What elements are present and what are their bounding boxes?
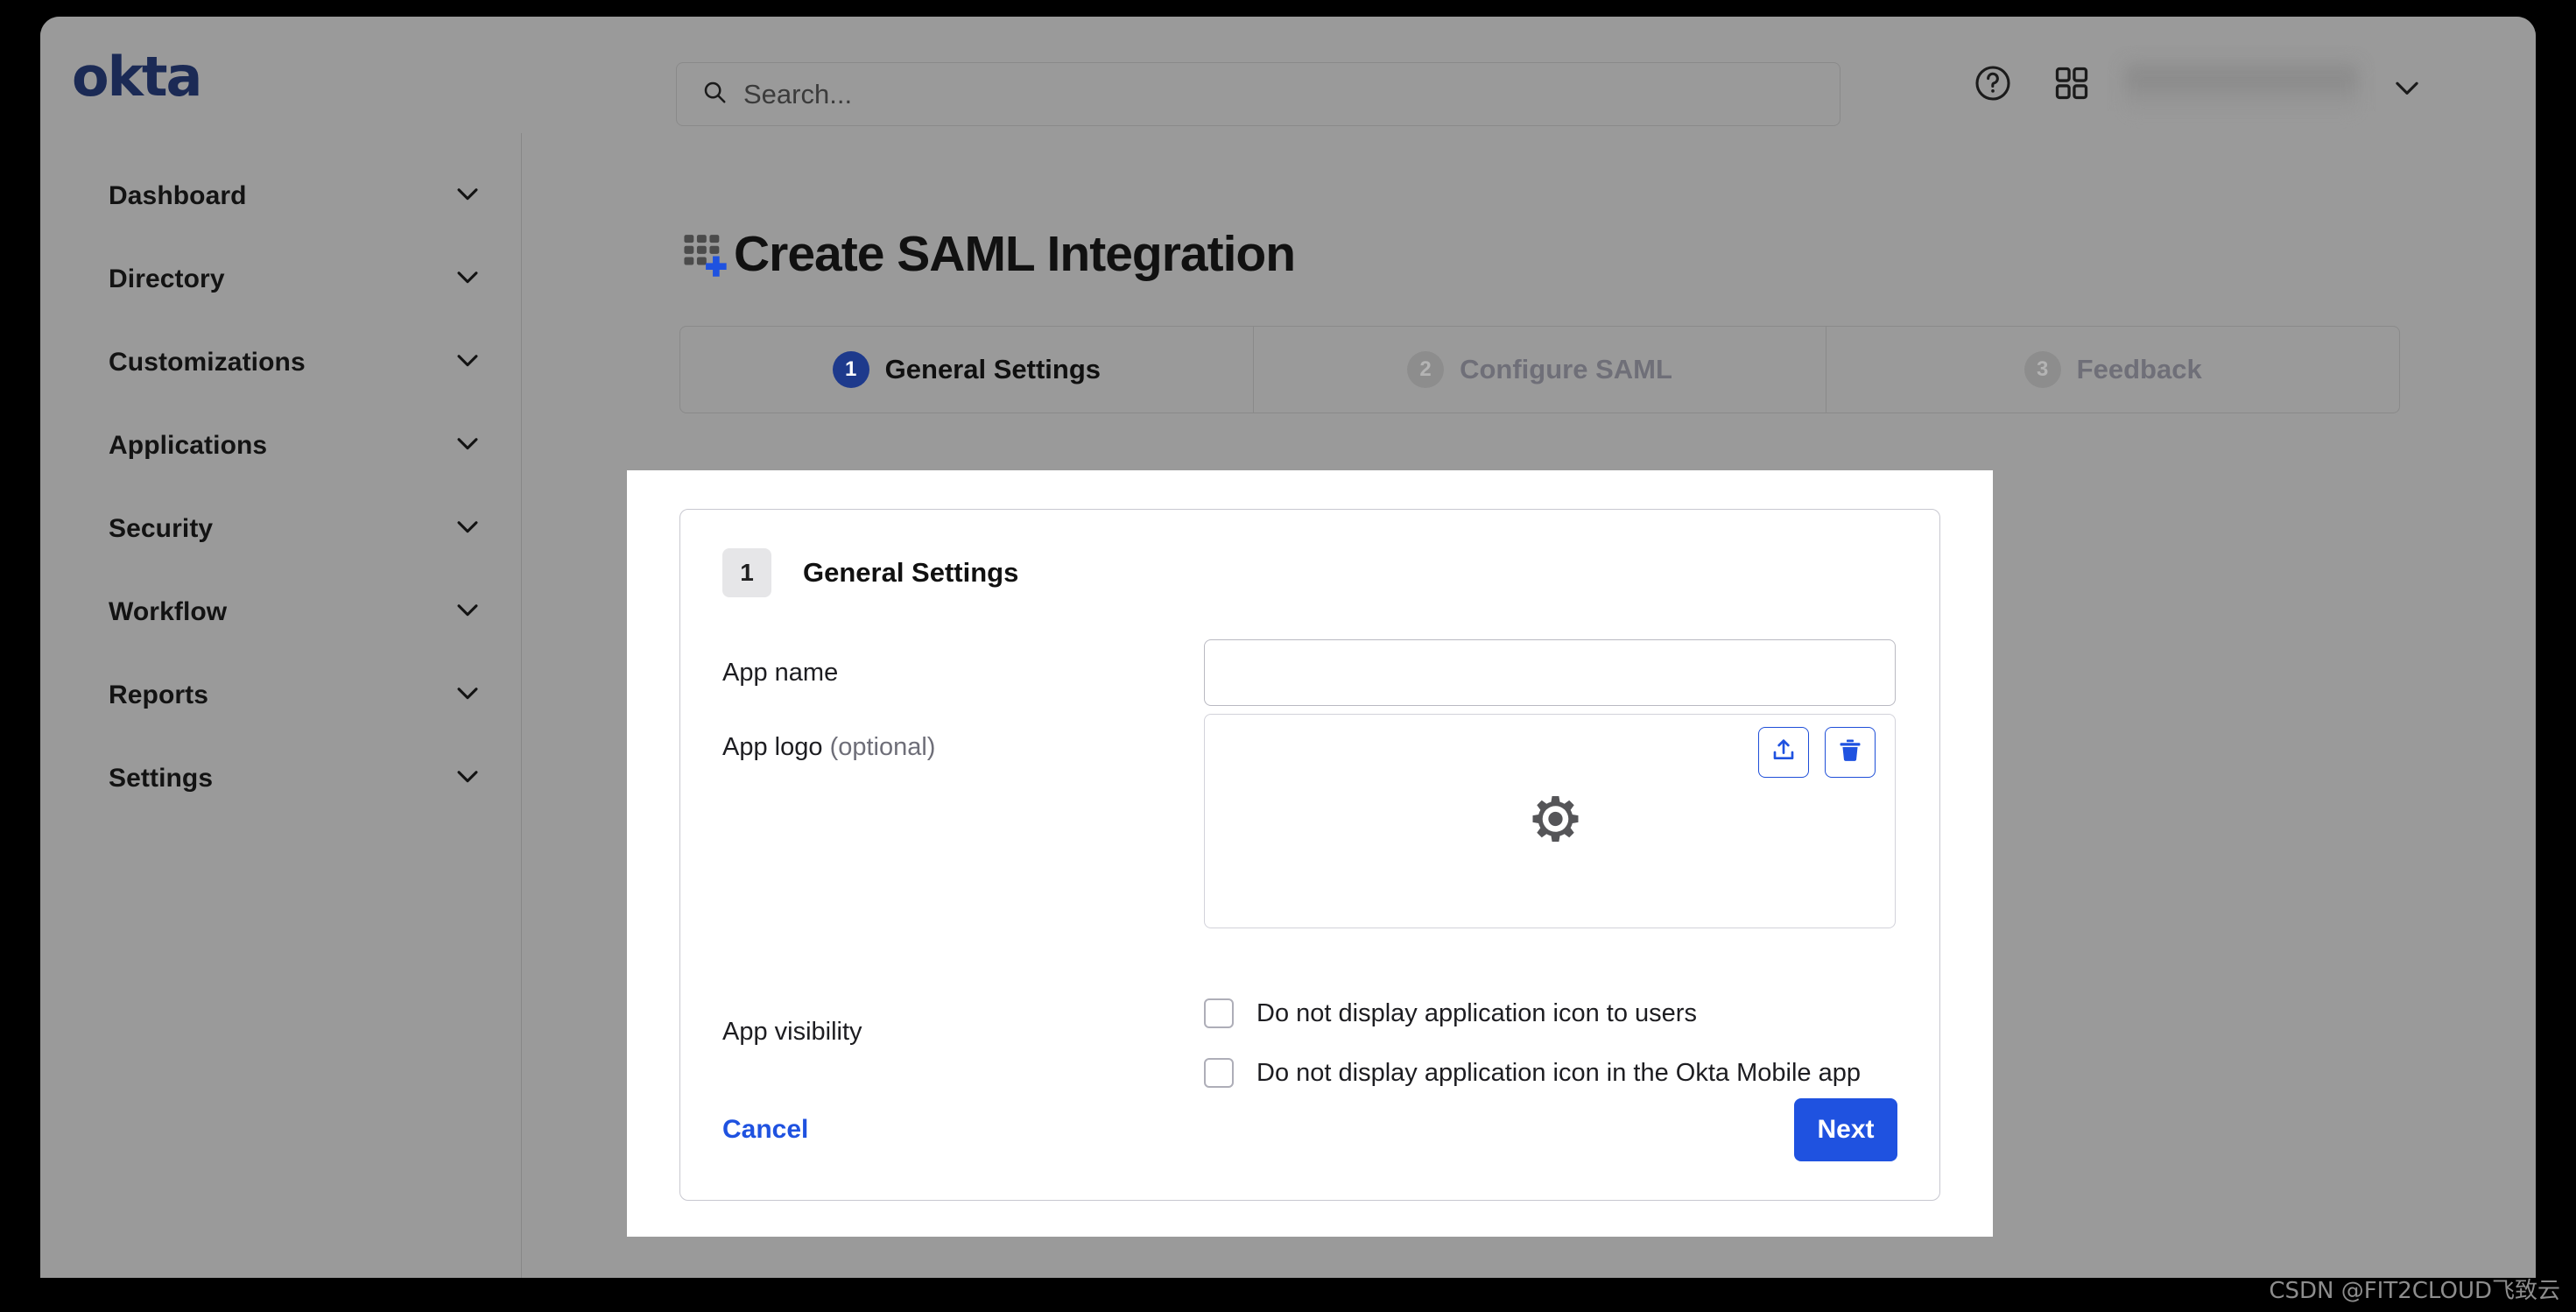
checkbox-box[interactable] [1204, 1058, 1234, 1088]
chevron-down-icon [453, 595, 482, 629]
delete-logo-button[interactable] [1825, 727, 1876, 778]
sidebar-item-label: Applications [109, 431, 267, 461]
cancel-button[interactable]: Cancel [722, 1115, 808, 1145]
checkbox-label: Do not display application icon to users [1256, 999, 1697, 1028]
app-name-input[interactable] [1204, 639, 1896, 706]
general-settings-card: 1 General Settings App name App logo (op… [679, 509, 1940, 1201]
sidebar-item-directory[interactable]: Directory [40, 237, 521, 321]
wizard-stepper: 1 General Settings 2 Configure SAML 3 Fe… [679, 326, 2400, 413]
gear-icon [1516, 785, 1584, 857]
step-feedback[interactable]: 3 Feedback [1826, 327, 2399, 413]
page-title: Create SAML Integration [734, 225, 1295, 283]
next-button[interactable]: Next [1794, 1098, 1897, 1161]
app-visibility-label: App visibility [722, 1018, 862, 1047]
step-configure-saml[interactable]: 2 Configure SAML [1254, 327, 1827, 413]
okta-logo[interactable]: okta [72, 50, 201, 104]
app-logo-label: App logo (optional) [722, 733, 935, 762]
watermark: CSDN @FIT2CLOUD飞致云 [2269, 1273, 2560, 1305]
sidebar-item-label: Workflow [109, 597, 227, 627]
help-button[interactable] [1967, 59, 2019, 111]
sidebar-item-label: Reports [109, 681, 208, 710]
user-name-blurred[interactable] [2124, 62, 2359, 116]
apps-grid-icon [2052, 64, 2091, 107]
sidebar-item-label: Dashboard [109, 181, 247, 211]
trash-icon [1836, 737, 1864, 769]
app-logo-dropzone[interactable] [1204, 714, 1896, 928]
step-general-settings[interactable]: 1 General Settings [680, 327, 1254, 413]
sidebar-item-label: Directory [109, 265, 225, 294]
question-circle-icon [1973, 63, 2013, 108]
apps-launcher-button[interactable] [2045, 59, 2098, 111]
step-number: 3 [2024, 351, 2061, 388]
upload-icon [1770, 737, 1798, 769]
chevron-down-icon [453, 179, 482, 213]
hide-icon-users-checkbox[interactable]: Do not display application icon to users [1204, 998, 1697, 1028]
sidebar-nav: Dashboard Directory Customizations Appli… [40, 133, 522, 1278]
step-label: General Settings [885, 354, 1101, 385]
app-grid-plus-icon [679, 227, 730, 282]
sidebar-item-applications[interactable]: Applications [40, 404, 521, 487]
step-number: 2 [1407, 351, 1444, 388]
app-name-label: App name [722, 659, 838, 688]
step-number: 1 [833, 351, 869, 388]
card-footer: Cancel Next [722, 1098, 1897, 1161]
chevron-down-icon [453, 511, 482, 546]
general-settings-modal: 1 General Settings App name App logo (op… [627, 470, 1993, 1237]
app-logo-label-text: App logo [722, 733, 823, 761]
card-title: General Settings [803, 557, 1018, 589]
sidebar-item-reports[interactable]: Reports [40, 653, 521, 737]
chevron-down-icon [453, 678, 482, 712]
page-header: Create SAML Integration [679, 225, 1295, 283]
sidebar-item-security[interactable]: Security [40, 487, 521, 570]
checkbox-box[interactable] [1204, 998, 1234, 1028]
chevron-down-icon [453, 262, 482, 296]
chevron-down-icon [2390, 93, 2424, 108]
sidebar-item-label: Customizations [109, 348, 306, 377]
main-content: Create SAML Integration 1 General Settin… [522, 133, 2536, 1278]
step-label: Configure SAML [1460, 354, 1672, 385]
search-input[interactable]: Search... [676, 62, 1841, 126]
user-menu-button[interactable] [2390, 71, 2424, 109]
card-header: 1 General Settings [722, 548, 1018, 597]
sidebar-item-label: Settings [109, 764, 213, 794]
sidebar-item-settings[interactable]: Settings [40, 737, 521, 820]
hide-icon-mobile-checkbox[interactable]: Do not display application icon in the O… [1204, 1058, 1861, 1088]
search-icon [701, 79, 728, 109]
checkbox-label: Do not display application icon in the O… [1256, 1059, 1861, 1088]
sidebar-item-label: Security [109, 514, 213, 544]
sidebar-item-dashboard[interactable]: Dashboard [40, 154, 521, 237]
sidebar-item-workflow[interactable]: Workflow [40, 570, 521, 653]
chevron-down-icon [453, 345, 482, 379]
step-label: Feedback [2077, 354, 2202, 385]
upload-logo-button[interactable] [1758, 727, 1809, 778]
okta-admin-window: okta Search... [40, 17, 2536, 1278]
chevron-down-icon [453, 761, 482, 795]
sidebar-item-customizations[interactable]: Customizations [40, 321, 521, 404]
top-header: okta Search... [40, 17, 2536, 133]
app-logo-optional-text: (optional) [830, 733, 936, 761]
chevron-down-icon [453, 428, 482, 462]
card-step-badge: 1 [722, 548, 771, 597]
search-placeholder: Search... [743, 79, 852, 110]
